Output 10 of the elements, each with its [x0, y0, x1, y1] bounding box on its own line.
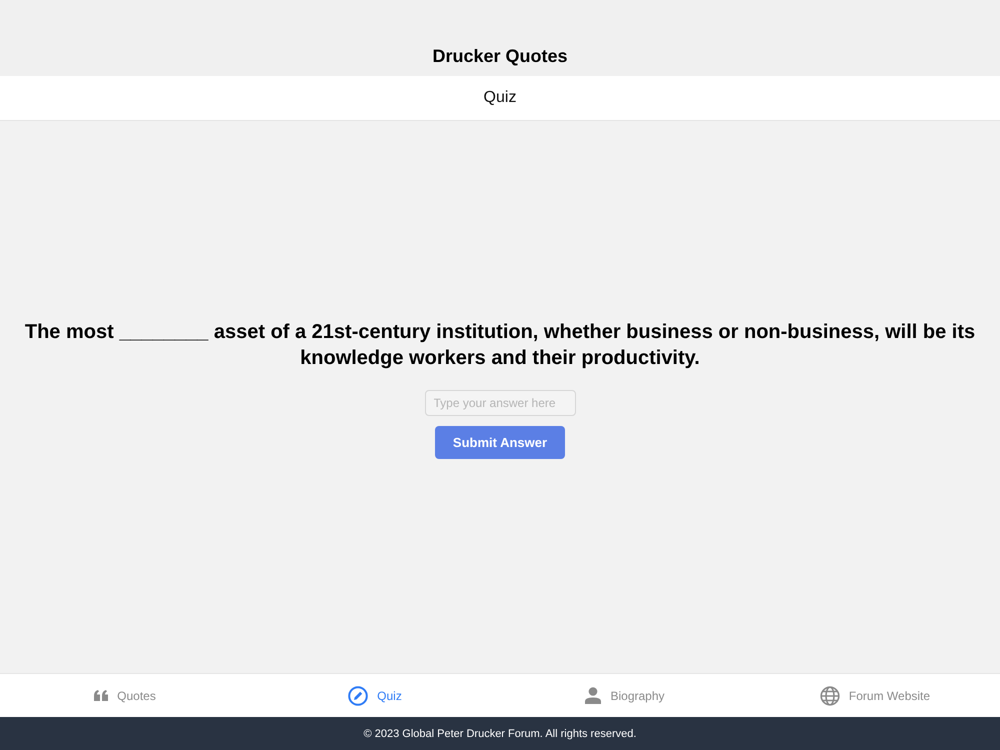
copyright-text: © 2023 Global Peter Drucker Forum. All rights reserved. — [364, 728, 636, 740]
pencil-circle-icon — [348, 686, 368, 706]
answer-input[interactable]: Type your answer here — [424, 390, 576, 416]
globe-icon — [820, 686, 840, 706]
app-title: Drucker Quotes — [432, 46, 568, 67]
submit-button[interactable]: Submit Answer — [435, 426, 565, 459]
quote-marks-icon — [94, 690, 108, 701]
person-icon — [585, 687, 602, 704]
page-title: Quiz — [484, 89, 516, 107]
quiz-question: The most ________ asset of a 21st-century institution, whether business or non-business, will be its knowledge workers and their productivity. — [24, 320, 976, 371]
